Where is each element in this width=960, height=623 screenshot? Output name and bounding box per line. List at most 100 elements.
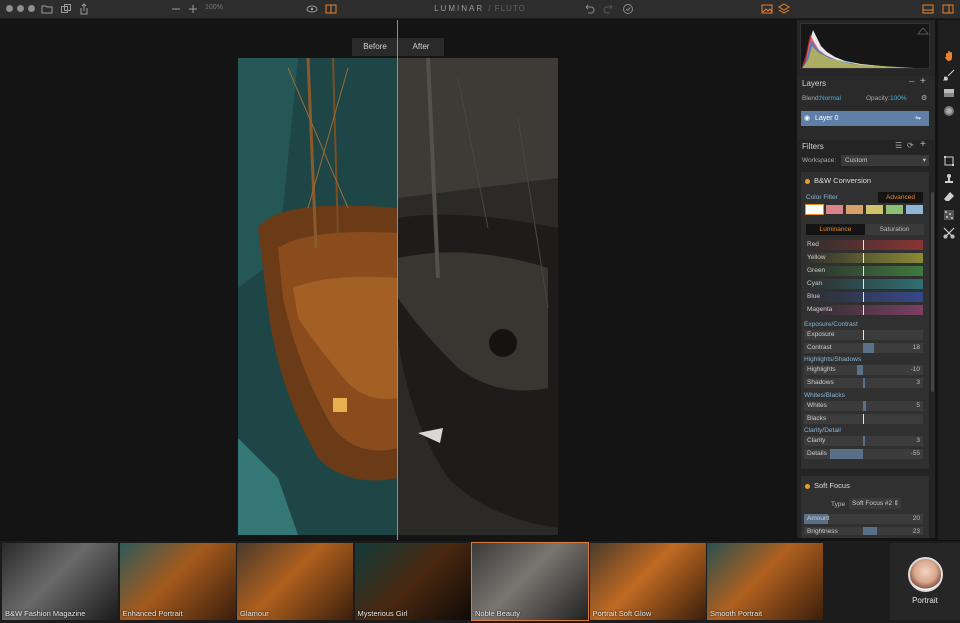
zoom-in-icon[interactable]: [187, 3, 199, 15]
preset-thumbnail[interactable]: Mysterious Girl: [354, 543, 471, 620]
filmstrip-toggle-icon[interactable]: [922, 3, 934, 15]
color-filter-swatch[interactable]: [826, 205, 843, 214]
eraser-tool-icon[interactable]: [943, 191, 955, 203]
share-icon[interactable]: [78, 3, 90, 15]
exposure-contrast-label: Exposure/Contrast: [804, 321, 858, 328]
filters-scrollbar[interactable]: [931, 192, 934, 392]
hand-tool-icon[interactable]: [943, 50, 955, 62]
opacity-value[interactable]: 100%: [890, 95, 907, 102]
crop-tool-icon[interactable]: [943, 155, 955, 167]
contrast-slider[interactable]: Contrast 18: [804, 343, 923, 353]
copy-icon[interactable]: [60, 3, 72, 15]
brush-tool-icon[interactable]: [943, 69, 955, 81]
brightness-slider[interactable]: Brightness 23: [804, 527, 923, 535]
luminance-slider-cyan[interactable]: Cyan: [804, 279, 923, 289]
preset-category-portrait[interactable]: Portrait: [890, 543, 960, 620]
luminance-slider-yellow[interactable]: Yellow: [804, 253, 923, 263]
add-layer-icon[interactable]: +: [920, 76, 926, 87]
noise-tool-icon[interactable]: [943, 209, 955, 221]
details-slider[interactable]: Details -55: [804, 449, 923, 459]
blend-mode-select[interactable]: Normal: [820, 95, 841, 102]
luminance-label: Red: [807, 241, 819, 248]
shadows-slider[interactable]: Shadows 3: [804, 378, 923, 388]
color-filter-swatch[interactable]: [805, 204, 824, 215]
history-icon[interactable]: [622, 3, 634, 15]
blacks-slider[interactable]: Blacks: [804, 414, 923, 424]
bw-conversion-header[interactable]: B&W Conversion: [805, 176, 871, 185]
layers-title: Layers: [802, 79, 827, 88]
shadows-label: Shadows: [807, 379, 834, 386]
preset-thumbnail[interactable]: Noble Beauty: [471, 542, 589, 621]
app-name: LUMINAR: [434, 4, 485, 13]
preset-thumbnail[interactable]: B&W Fashion Magazine: [2, 543, 118, 620]
advanced-button[interactable]: Advanced: [878, 192, 923, 203]
layer-item[interactable]: ◉ Layer 0 ⇋: [801, 111, 929, 126]
soft-focus-header[interactable]: Soft Focus: [805, 481, 850, 490]
saturation-tab[interactable]: Saturation: [865, 224, 924, 235]
amount-value: 20: [912, 515, 920, 522]
highlights-slider[interactable]: Highlights -10: [804, 365, 923, 375]
close-window-button[interactable]: [6, 5, 13, 12]
compare-split-icon[interactable]: [325, 3, 337, 15]
add-filter-icon[interactable]: +: [920, 139, 926, 150]
compare-divider-handle[interactable]: [397, 20, 398, 540]
image-canvas[interactable]: Before After: [0, 20, 795, 540]
preset-thumbnail[interactable]: Smooth Portrait: [707, 543, 823, 620]
brightness-value: 23: [912, 528, 920, 535]
open-folder-icon[interactable]: [41, 3, 53, 15]
whites-label: Whites: [807, 402, 827, 409]
before-tab[interactable]: Before: [352, 38, 398, 56]
luminance-slider-blue[interactable]: Blue: [804, 292, 923, 302]
workspace-select[interactable]: Custom ▾: [841, 155, 929, 166]
eye-icon[interactable]: [306, 3, 318, 15]
preset-thumbnail[interactable]: Portrait Soft Glow: [589, 543, 706, 620]
filter-enabled-dot[interactable]: [805, 483, 810, 489]
sidebar-toggle-icon[interactable]: [942, 3, 954, 15]
color-filter-swatch[interactable]: [846, 205, 863, 214]
gradient-tool-icon[interactable]: [943, 87, 955, 99]
zoom-out-icon[interactable]: [170, 3, 182, 15]
clarity-detail-label: Clarity/Detail: [804, 427, 841, 434]
layer-settings-icon[interactable]: ⇋: [915, 111, 921, 126]
refresh-icon[interactable]: ⟳: [907, 141, 914, 150]
filter-enabled-dot[interactable]: [805, 178, 810, 184]
zoom-window-button[interactable]: [28, 5, 35, 12]
color-filter-swatch[interactable]: [886, 205, 903, 214]
luminance-slider-green[interactable]: Green: [804, 266, 923, 276]
amount-slider[interactable]: Amount 20: [804, 514, 923, 524]
chevron-updown-icon: ⇕: [893, 500, 899, 507]
whites-slider[interactable]: Whites 5: [804, 401, 923, 411]
undo-icon[interactable]: [583, 3, 595, 15]
radial-tool-icon[interactable]: [943, 105, 955, 117]
filter-list-icon[interactable]: ☰: [895, 141, 902, 150]
transform-tool-icon[interactable]: [943, 227, 955, 239]
preset-thumbnail[interactable]: Glamour: [237, 543, 353, 620]
workspace-label: Workspace:: [802, 157, 837, 164]
remove-layer-icon[interactable]: –: [909, 76, 915, 87]
layer-name: Layer 0: [815, 115, 839, 122]
redo-icon[interactable]: [603, 3, 615, 15]
eye-visibility-icon[interactable]: ◉: [804, 111, 810, 126]
luminance-tab[interactable]: Luminance: [806, 224, 865, 235]
luminance-label: Cyan: [807, 280, 823, 287]
highlights-label: Highlights: [807, 366, 836, 373]
soft-focus-type-select[interactable]: Soft Focus #2 ⇕: [849, 498, 901, 509]
amount-label: Amount: [807, 515, 830, 522]
image-icon[interactable]: [761, 3, 773, 15]
color-filter-swatch[interactable]: [906, 205, 923, 214]
luminance-slider-red[interactable]: Red: [804, 240, 923, 250]
preset-label: Noble Beauty: [475, 609, 521, 618]
exposure-slider[interactable]: Exposure: [804, 330, 923, 340]
color-filter-swatch[interactable]: [866, 205, 883, 214]
clarity-slider[interactable]: Clarity 3: [804, 436, 923, 446]
filters-title: Filters: [802, 142, 824, 151]
luminance-slider-magenta[interactable]: Magenta: [804, 305, 923, 315]
bw-conversion-title: B&W Conversion: [814, 176, 872, 185]
gear-icon[interactable]: ⚙: [921, 94, 927, 102]
stamp-tool-icon[interactable]: [943, 173, 955, 185]
zoom-level[interactable]: 100%: [205, 4, 223, 11]
preset-thumbnail[interactable]: Enhanced Portrait: [119, 543, 236, 620]
layers-toggle-icon[interactable]: [778, 3, 790, 15]
minimize-window-button[interactable]: [17, 5, 24, 12]
after-tab[interactable]: After: [398, 38, 444, 56]
